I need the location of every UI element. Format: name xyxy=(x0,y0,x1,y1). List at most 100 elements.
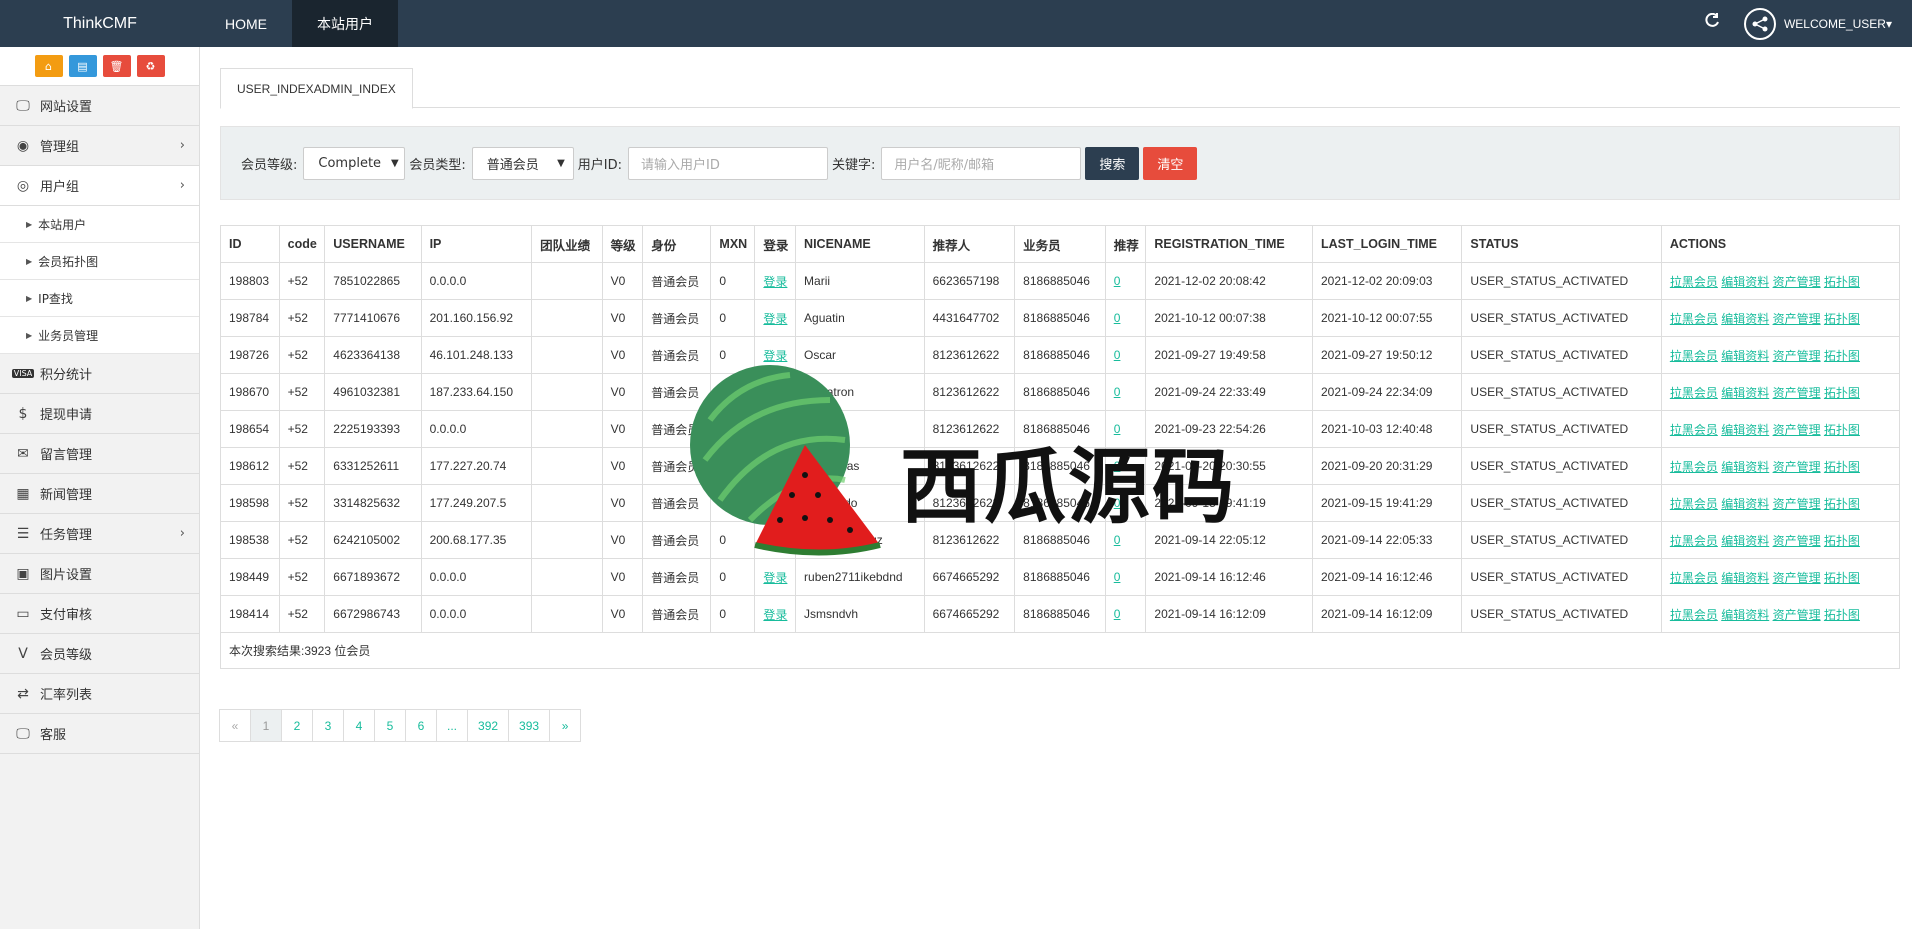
tab-user-index[interactable]: USER_INDEXADMIN_INDEX xyxy=(220,68,413,109)
edit-profile-link[interactable]: 编辑资料 xyxy=(1721,497,1769,511)
user-outline-icon: ◎ xyxy=(16,177,30,194)
referral-count-link[interactable]: 0 xyxy=(1114,311,1121,325)
edit-profile-link[interactable]: 编辑资料 xyxy=(1721,312,1769,326)
block-member-link[interactable]: 拉黑会员 xyxy=(1670,423,1718,437)
sidebar-subitem-member-topology[interactable]: ▶ 会员拓扑图 xyxy=(0,243,199,280)
asset-management-link[interactable]: 资产管理 xyxy=(1773,386,1821,400)
search-button[interactable]: 搜索 xyxy=(1085,146,1140,180)
trash-icon[interactable]: 🗑 xyxy=(102,55,131,77)
edit-profile-link[interactable]: 编辑资料 xyxy=(1721,349,1769,363)
sidebar-subitem-ip-lookup[interactable]: ▶ IP查找 xyxy=(0,280,199,317)
block-member-link[interactable]: 拉黑会员 xyxy=(1670,349,1718,363)
topology-link[interactable]: 拓扑图 xyxy=(1824,608,1860,622)
table-cell: 198670 xyxy=(220,373,280,411)
asset-management-link[interactable]: 资产管理 xyxy=(1773,497,1821,511)
sidebar-item-messages[interactable]: ✉ 留言管理 xyxy=(0,434,199,474)
actions-cell: 拉黑会员 编辑资料 资产管理 拓扑图 xyxy=(1660,410,1901,448)
topology-link[interactable]: 拓扑图 xyxy=(1824,534,1860,548)
login-link[interactable]: 登录 xyxy=(763,312,787,326)
welcome-user-dropdown[interactable]: WELCOME_USER▾ xyxy=(1784,17,1892,31)
block-member-link[interactable]: 拉黑会员 xyxy=(1670,312,1718,326)
block-member-link[interactable]: 拉黑会员 xyxy=(1670,275,1718,289)
sidebar-item-withdraw[interactable]: $ 提现申请 xyxy=(0,394,199,434)
table-cell: 普通会员 xyxy=(642,299,712,337)
topology-link[interactable]: 拓扑图 xyxy=(1824,423,1860,437)
type-select[interactable]: 普通会员 ▼ xyxy=(471,146,574,180)
table-cell: 普通会员 xyxy=(642,558,712,596)
sidebar-item-exchange-rates[interactable]: ⇄ 汇率列表 xyxy=(0,674,199,714)
asset-management-link[interactable]: 资产管理 xyxy=(1773,423,1821,437)
sidebar-item-member-level[interactable]: V 会员等级 xyxy=(0,634,199,674)
sidebar-item-images[interactable]: ▣ 图片设置 xyxy=(0,554,199,594)
block-member-link[interactable]: 拉黑会员 xyxy=(1670,571,1718,585)
referral-count-link[interactable]: 0 xyxy=(1114,274,1121,288)
page-link[interactable]: 6 xyxy=(405,709,437,742)
topology-link[interactable]: 拓扑图 xyxy=(1824,497,1860,511)
asset-management-link[interactable]: 资产管理 xyxy=(1773,312,1821,326)
topology-link[interactable]: 拓扑图 xyxy=(1824,571,1860,585)
page-link[interactable]: 4 xyxy=(343,709,375,742)
referral-count-link[interactable]: 0 xyxy=(1114,570,1121,584)
login-link[interactable]: 登录 xyxy=(763,275,787,289)
sidebar-item-admin-group[interactable]: ◉ 管理组 › xyxy=(0,126,199,166)
edit-profile-link[interactable]: 编辑资料 xyxy=(1721,608,1769,622)
level-select[interactable]: Complete ▼ xyxy=(303,146,406,180)
sidebar-item-news[interactable]: ▦ 新闻管理 xyxy=(0,474,199,514)
edit-profile-link[interactable]: 编辑资料 xyxy=(1721,423,1769,437)
block-member-link[interactable]: 拉黑会员 xyxy=(1670,460,1718,474)
page-next[interactable]: » xyxy=(549,709,582,742)
uid-input[interactable]: 请输入用户ID xyxy=(628,146,829,180)
asset-management-link[interactable]: 资产管理 xyxy=(1773,349,1821,363)
sidebar-subitem-site-users[interactable]: ▶ 本站用户 xyxy=(0,206,199,243)
page-link[interactable]: 2 xyxy=(281,709,313,742)
login-link[interactable]: 登录 xyxy=(763,571,787,585)
edit-profile-link[interactable]: 编辑资料 xyxy=(1721,275,1769,289)
sidebar-item-tasks[interactable]: ☰ 任务管理 › xyxy=(0,514,199,554)
topology-link[interactable]: 拓扑图 xyxy=(1824,460,1860,474)
page-link[interactable]: 3 xyxy=(312,709,344,742)
sidebar-item-payments[interactable]: ▭ 支付审核 xyxy=(0,594,199,634)
block-member-link[interactable]: 拉黑会员 xyxy=(1670,497,1718,511)
brand-logo[interactable]: ThinkCMF xyxy=(0,15,200,33)
keyword-input[interactable]: 用户名/昵称/邮箱 xyxy=(881,146,1082,180)
nav-site-users[interactable]: 本站用户 xyxy=(292,0,398,47)
sidebar-item-user-group[interactable]: ◎ 用户组 › xyxy=(0,166,199,206)
recycle-icon[interactable]: ♻ xyxy=(136,55,165,77)
page-link[interactable]: 392 xyxy=(467,709,510,742)
file-icon[interactable]: ▤ xyxy=(68,55,97,77)
table-cell: V0 xyxy=(601,558,644,596)
page-link[interactable]: 1 xyxy=(250,709,282,742)
page-link[interactable]: 5 xyxy=(374,709,406,742)
block-member-link[interactable]: 拉黑会员 xyxy=(1670,386,1718,400)
page-link[interactable]: ... xyxy=(436,709,469,742)
asset-management-link[interactable]: 资产管理 xyxy=(1773,460,1821,474)
refresh-icon[interactable] xyxy=(1704,12,1720,34)
topology-link[interactable]: 拓扑图 xyxy=(1824,349,1860,363)
asset-management-link[interactable]: 资产管理 xyxy=(1773,275,1821,289)
edit-profile-link[interactable]: 编辑资料 xyxy=(1721,534,1769,548)
block-member-link[interactable]: 拉黑会员 xyxy=(1670,534,1718,548)
referral-count-link[interactable]: 0 xyxy=(1114,607,1121,621)
user-avatar-icon[interactable] xyxy=(1743,7,1776,40)
sidebar-item-site-settings[interactable]: 🖵 网站设置 xyxy=(0,86,199,126)
asset-management-link[interactable]: 资产管理 xyxy=(1773,571,1821,585)
sidebar-item-support[interactable]: 🖵 客服 xyxy=(0,714,199,754)
page-link[interactable]: 393 xyxy=(508,709,551,742)
topology-link[interactable]: 拓扑图 xyxy=(1824,275,1860,289)
asset-management-link[interactable]: 资产管理 xyxy=(1773,608,1821,622)
asset-management-link[interactable]: 资产管理 xyxy=(1773,534,1821,548)
edit-profile-link[interactable]: 编辑资料 xyxy=(1721,386,1769,400)
sidebar-item-points[interactable]: VISA 积分统计 xyxy=(0,354,199,394)
nav-home[interactable]: HOME xyxy=(200,0,292,47)
topology-link[interactable]: 拓扑图 xyxy=(1824,386,1860,400)
column-header: USERNAME xyxy=(324,225,422,263)
block-member-link[interactable]: 拉黑会员 xyxy=(1670,608,1718,622)
home-icon[interactable]: ⌂ xyxy=(34,55,63,77)
page-prev[interactable]: « xyxy=(219,709,251,742)
clear-button[interactable]: 清空 xyxy=(1143,146,1198,180)
topology-link[interactable]: 拓扑图 xyxy=(1824,312,1860,326)
edit-profile-link[interactable]: 编辑资料 xyxy=(1721,460,1769,474)
login-link[interactable]: 登录 xyxy=(763,608,787,622)
edit-profile-link[interactable]: 编辑资料 xyxy=(1721,571,1769,585)
sidebar-subitem-salesman[interactable]: ▶ 业务员管理 xyxy=(0,317,199,354)
